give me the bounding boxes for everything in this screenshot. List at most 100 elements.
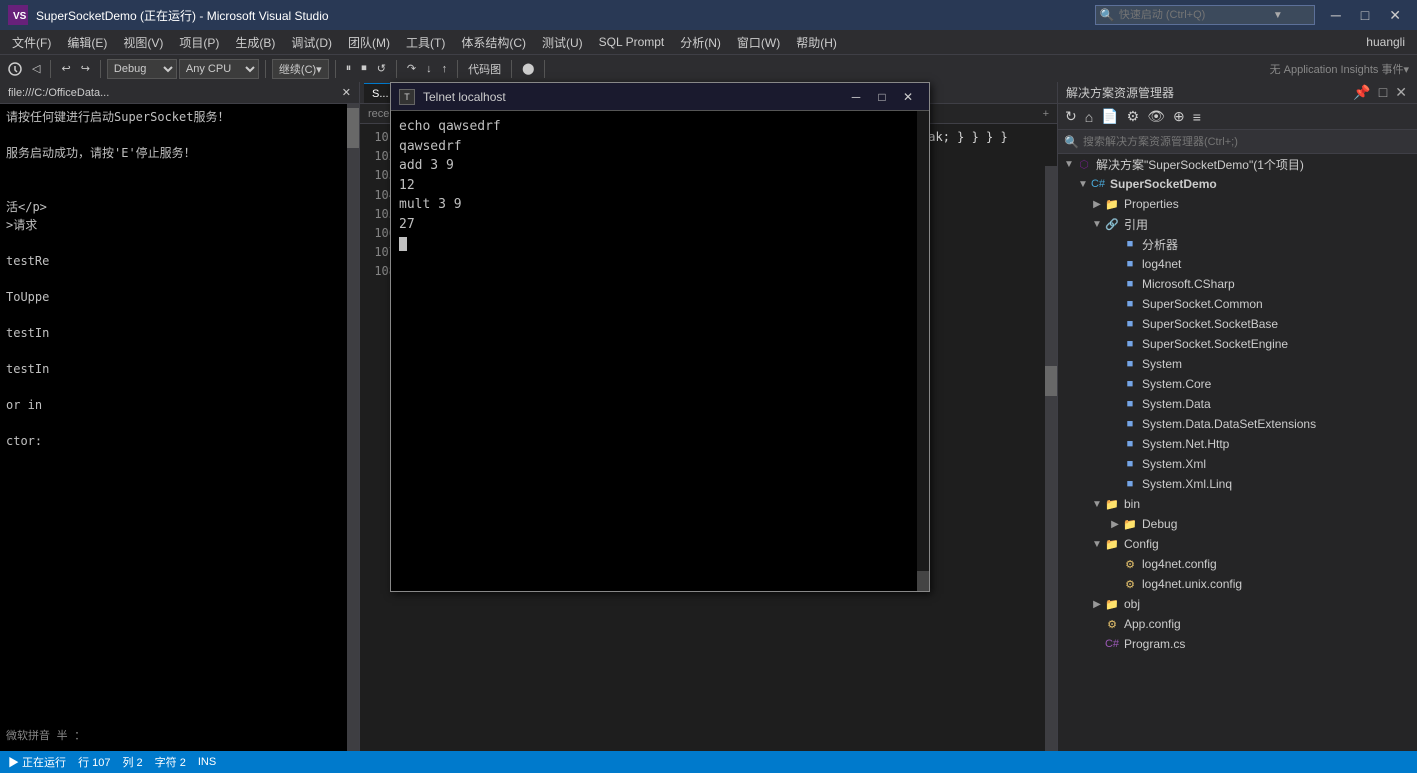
tree-config[interactable]: ▼ 📁 Config — [1058, 534, 1417, 554]
tree-ref-0[interactable]: ■ 分析器 — [1058, 234, 1417, 254]
menu-view[interactable]: 视图(V) — [115, 30, 171, 54]
tree-ref-12[interactable]: ■ System.Xml.Linq — [1058, 474, 1417, 494]
telnet-scrollbar[interactable] — [917, 111, 929, 591]
menu-build[interactable]: 生成(B) — [227, 30, 283, 54]
menu-test[interactable]: 测试(U) — [534, 30, 591, 54]
refresh-icon[interactable]: ↻ — [1062, 106, 1080, 127]
back-button[interactable] — [4, 58, 26, 80]
status-col: 列 2 — [122, 754, 142, 770]
editor-scrollbar[interactable] — [1045, 166, 1057, 751]
tree-references[interactable]: ▼ 🔗 引用 — [1058, 214, 1417, 234]
tree-log4net-config[interactable]: ⚙ log4net.config — [1058, 554, 1417, 574]
close-panel-button[interactable]: ✕ — [1393, 84, 1409, 101]
continue-button[interactable]: 继续(C)▾ — [272, 59, 329, 79]
restart-button[interactable]: ↺ — [373, 58, 390, 80]
minimize-button[interactable]: ─ — [1323, 5, 1349, 26]
menu-file[interactable]: 文件(F) — [4, 30, 59, 54]
debug-configuration-select[interactable]: Debug — [107, 59, 177, 79]
search-icon: 🔍 — [1064, 135, 1079, 149]
tree-bin[interactable]: ▼ 📁 bin — [1058, 494, 1417, 514]
menu-edit[interactable]: 编辑(E) — [59, 30, 115, 54]
menu-analyze[interactable]: 分析(N) — [672, 30, 729, 54]
telnet-text: echo qawsedrf qawsedrf add 3 9 12 mult 3… — [399, 117, 921, 254]
menu-project[interactable]: 项目(P) — [171, 30, 227, 54]
undo-button[interactable]: ↩ — [57, 58, 74, 80]
tree-ref-2[interactable]: ■ Microsoft.CSharp — [1058, 274, 1417, 294]
telnet-window-title: Telnet localhost — [423, 90, 835, 104]
no-insights-label[interactable]: 无 Application Insights 事件▾ — [1266, 58, 1413, 80]
platform-select[interactable]: Any CPU — [179, 59, 259, 79]
tree-program-cs[interactable]: C# Program.cs — [1058, 634, 1417, 654]
preview-icon[interactable]: 👁 — [1144, 106, 1168, 127]
telnet-scrollbar-thumb[interactable] — [917, 571, 929, 591]
console-tab-close[interactable]: ✕ — [342, 86, 351, 99]
solution-search-bar[interactable]: 🔍 — [1058, 130, 1417, 154]
menu-team[interactable]: 团队(M) — [340, 30, 398, 54]
home-icon[interactable]: ⌂ — [1082, 107, 1096, 127]
tree-ref-3[interactable]: ■ SuperSocket.Common — [1058, 294, 1417, 314]
tree-ref-11[interactable]: ■ System.Xml — [1058, 454, 1417, 474]
show-all-files-icon[interactable]: 📄 — [1098, 106, 1121, 127]
tree-ref-9[interactable]: ■ System.Data.DataSetExtensions — [1058, 414, 1417, 434]
pause-button[interactable]: ⏸ — [342, 58, 356, 80]
tree-bin-debug[interactable]: ▶ 📁 Debug — [1058, 514, 1417, 534]
menu-debug[interactable]: 调试(D) — [283, 30, 340, 54]
quick-launch-search[interactable]: 🔍 ▼ — [1095, 5, 1315, 25]
collapse-icon[interactable]: ≡ — [1190, 107, 1204, 127]
project-root[interactable]: ▼ C# SuperSocketDemo — [1058, 174, 1417, 194]
pin-button[interactable]: 📌 — [1351, 84, 1372, 101]
menu-sqlprompt[interactable]: SQL Prompt — [591, 30, 673, 54]
solution-explorer-title: 解决方案资源管理器 — [1066, 84, 1174, 101]
expand-button[interactable]: □ — [1377, 84, 1389, 101]
telnet-maximize-button[interactable]: □ — [869, 86, 895, 108]
tree-obj[interactable]: ▶ 📁 obj — [1058, 594, 1417, 614]
props-icon[interactable]: ⚙ — [1124, 106, 1143, 127]
step-over-button[interactable]: ↷ — [403, 58, 420, 80]
tree-ref-6[interactable]: ■ System — [1058, 354, 1417, 374]
breakpoint-button[interactable]: ⬤ — [518, 58, 538, 80]
settings-icon[interactable]: ⊕ — [1170, 106, 1188, 127]
console-scrollbar-thumb[interactable] — [347, 108, 359, 148]
code-map-button[interactable]: 代码图 — [464, 58, 505, 80]
tree-ref-1[interactable]: ■ log4net — [1058, 254, 1417, 274]
title-bar: VS SuperSocketDemo (正在运行) - Microsoft Vi… — [0, 0, 1417, 30]
tree-ref-10[interactable]: ■ System.Net.Http — [1058, 434, 1417, 454]
status-running: ▶ 正在运行 — [8, 754, 66, 770]
console-scrollbar[interactable] — [347, 104, 359, 751]
quick-launch-input[interactable] — [1119, 9, 1269, 21]
redo-button[interactable]: ↪ — [77, 58, 94, 80]
menu-help[interactable]: 帮助(H) — [788, 30, 845, 54]
step-into-button[interactable]: ↓ — [422, 58, 436, 80]
tree-ref-8[interactable]: ■ System.Data — [1058, 394, 1417, 414]
svg-text:VS: VS — [13, 11, 26, 22]
solution-tree: ▼ ⬡ 解决方案"SuperSocketDemo"(1个项目) ▼ C# Sup… — [1058, 154, 1417, 751]
console-text: 请按任何键进行启动SuperSocket服务！ 服务启动成功，请按'E'停止服务… — [6, 108, 353, 450]
telnet-close-button[interactable]: ✕ — [895, 86, 921, 108]
solution-search-input[interactable] — [1083, 136, 1411, 148]
user-account[interactable]: huangli — [1358, 30, 1413, 54]
console-tab: file:///C:/OfficeData... ✕ — [0, 82, 359, 104]
tree-ref-4[interactable]: ■ SuperSocket.SocketBase — [1058, 314, 1417, 334]
tree-log4net-unix-config[interactable]: ⚙ log4net.unix.config — [1058, 574, 1417, 594]
menu-tools[interactable]: 工具(T) — [398, 30, 453, 54]
tree-ref-7[interactable]: ■ System.Core — [1058, 374, 1417, 394]
tree-app-config[interactable]: ⚙ App.config — [1058, 614, 1417, 634]
stop-button[interactable]: ⏹ — [357, 58, 371, 80]
tree-properties[interactable]: ▶ 📁 Properties — [1058, 194, 1417, 214]
telnet-content[interactable]: echo qawsedrf qawsedrf add 3 9 12 mult 3… — [391, 111, 929, 591]
close-button[interactable]: ✕ — [1381, 5, 1409, 26]
search-icon: 🔍 — [1100, 8, 1115, 22]
console-tab-label[interactable]: file:///C:/OfficeData... — [8, 87, 109, 99]
menu-window[interactable]: 窗口(W) — [729, 30, 788, 54]
telnet-minimize-button[interactable]: ─ — [843, 86, 869, 108]
telnet-titlebar: T Telnet localhost ─ □ ✕ — [391, 83, 929, 111]
add-button[interactable]: + — [1043, 108, 1049, 120]
menu-architecture[interactable]: 体系结构(C) — [453, 30, 534, 54]
tree-ref-5[interactable]: ■ SuperSocket.SocketEngine — [1058, 334, 1417, 354]
forward-button[interactable]: ◁ — [28, 58, 44, 80]
editor-scrollbar-thumb[interactable] — [1045, 366, 1057, 396]
maximize-button[interactable]: □ — [1353, 5, 1377, 26]
menu-bar: 文件(F) 编辑(E) 视图(V) 项目(P) 生成(B) 调试(D) 团队(M… — [0, 30, 1417, 54]
solution-root[interactable]: ▼ ⬡ 解决方案"SuperSocketDemo"(1个项目) — [1058, 154, 1417, 174]
step-out-button[interactable]: ↑ — [438, 58, 452, 80]
